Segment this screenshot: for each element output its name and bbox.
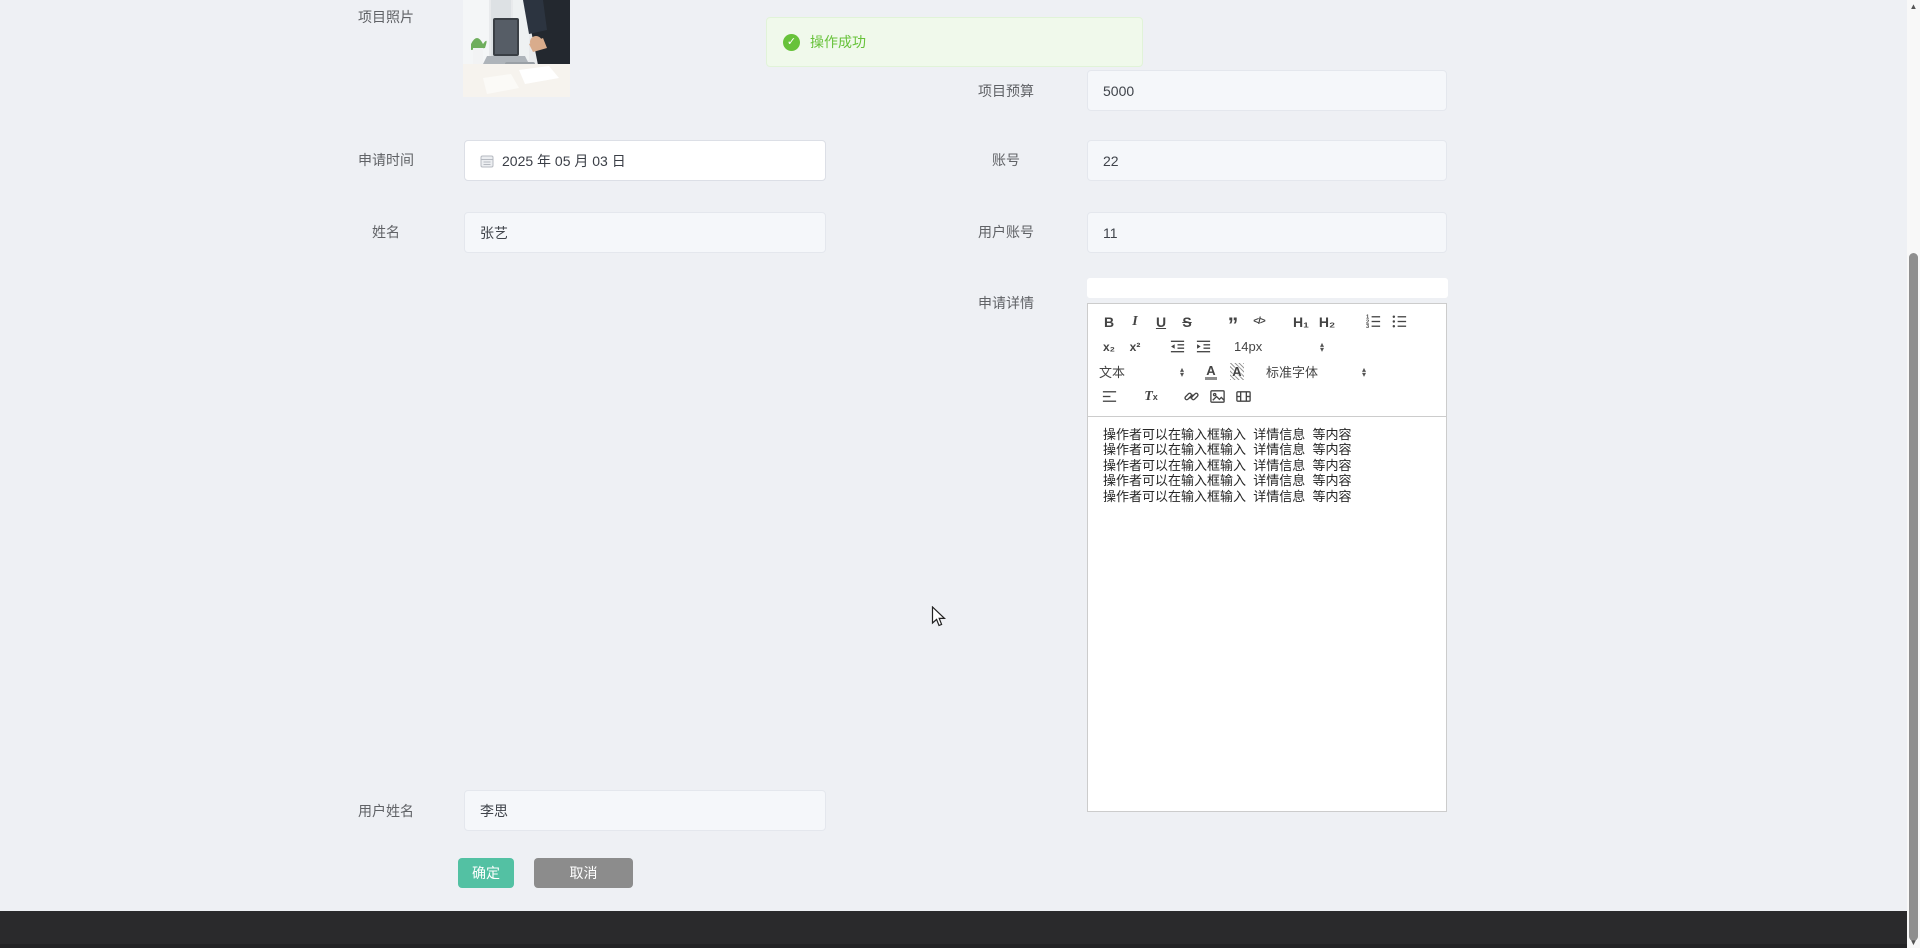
- scrollbar-thumb[interactable]: [1909, 253, 1918, 941]
- indent-icon: [1196, 340, 1210, 353]
- bullet-list-button[interactable]: [1386, 310, 1412, 333]
- code-block-button[interactable]: </>: [1246, 310, 1272, 333]
- name-field-box[interactable]: [464, 212, 826, 253]
- video-button[interactable]: [1230, 385, 1256, 408]
- apply-time-label: 申请时间: [358, 152, 414, 168]
- svg-text:3: 3: [1365, 324, 1368, 330]
- link-icon: [1183, 392, 1199, 401]
- user-account-field-box[interactable]: [1087, 212, 1447, 253]
- name-input[interactable]: [480, 224, 810, 241]
- text-color-button[interactable]: A: [1198, 360, 1224, 383]
- font-picker[interactable]: 标准字体 ▴ ▾: [1266, 360, 1366, 383]
- align-button[interactable]: [1096, 385, 1122, 408]
- budget-input[interactable]: [1103, 82, 1431, 99]
- indent-button[interactable]: [1190, 335, 1216, 358]
- text-color-icon: A: [1205, 362, 1217, 380]
- account-field-box[interactable]: [1087, 140, 1447, 181]
- outdent-button[interactable]: [1164, 335, 1190, 358]
- project-photo-image: [463, 0, 570, 97]
- apply-time-field-box[interactable]: [464, 140, 826, 181]
- bold-button[interactable]: B: [1096, 310, 1122, 333]
- user-account-input[interactable]: [1103, 224, 1431, 241]
- size-picker-label: 14px: [1234, 339, 1263, 354]
- check-circle-icon: ✓: [783, 33, 800, 51]
- ordered-list-button[interactable]: 1 2 3: [1360, 310, 1386, 333]
- mouse-cursor: [931, 606, 947, 627]
- page: { "toast": { "text": "操作成功", "icon": "ch…: [0, 0, 1920, 948]
- bullet-list-icon: [1392, 315, 1406, 328]
- clean-format-button[interactable]: Tx: [1138, 385, 1164, 408]
- rich-text-editor: B I U S ” </> H₁ H₂ 1 2 3 x₂ x² 14px ▴ ▾…: [1087, 303, 1447, 812]
- editor-line: 操作者可以在输入框输入 详情信息 等内容: [1103, 427, 1352, 442]
- editor-toolbar: B I U S ” </> H₁ H₂ 1 2 3 x₂ x² 14px ▴ ▾…: [1088, 304, 1446, 417]
- editor-line: 操作者可以在输入框输入 详情信息 等内容: [1103, 488, 1352, 504]
- background-color-button[interactable]: A: [1224, 360, 1250, 383]
- outdent-icon: [1170, 340, 1184, 353]
- image-button[interactable]: [1204, 385, 1230, 408]
- scrollbar-down-icon[interactable]: ▼: [1907, 938, 1920, 947]
- account-label: 账号: [992, 152, 1020, 168]
- confirm-button[interactable]: 确定: [458, 858, 514, 888]
- superscript-button[interactable]: x²: [1122, 335, 1148, 358]
- budget-field-box[interactable]: [1087, 70, 1447, 111]
- apply-time-input[interactable]: [502, 152, 810, 169]
- blockquote-button[interactable]: ”: [1220, 310, 1246, 336]
- underline-button[interactable]: U: [1148, 310, 1174, 333]
- subscript-button[interactable]: x₂: [1096, 335, 1122, 358]
- user-name-field-box[interactable]: [464, 790, 826, 831]
- clean-format-icon: T: [1144, 388, 1153, 404]
- picker-arrows-icon: ▴ ▾: [1361, 364, 1366, 379]
- header-1-button[interactable]: H₁: [1288, 310, 1314, 333]
- video-icon: [1235, 391, 1251, 402]
- background-color-icon: A: [1230, 363, 1244, 380]
- user-name-input[interactable]: [480, 802, 810, 819]
- strike-button[interactable]: S: [1174, 310, 1200, 333]
- user-account-label: 用户账号: [978, 224, 1034, 240]
- editor-line: 操作者可以在输入框输入 详情信息 等内容: [1103, 457, 1352, 473]
- footer-bar: [0, 911, 1907, 948]
- italic-button[interactable]: I: [1122, 310, 1148, 333]
- clean-format-sub: x: [1152, 391, 1158, 402]
- calendar-icon: [480, 155, 494, 167]
- header-picker-label: 文本: [1099, 365, 1126, 380]
- detail-label: 申请详情: [978, 295, 1034, 311]
- name-label: 姓名: [372, 224, 400, 240]
- scrollbar-up-icon[interactable]: ▲: [1907, 2, 1920, 11]
- detail-hidden-input[interactable]: [1087, 278, 1448, 298]
- link-button[interactable]: [1178, 385, 1204, 408]
- project-photo-preview[interactable]: [463, 0, 570, 97]
- editor-content[interactable]: 操作者可以在输入框输入 详情信息 等内容 操作者可以在输入框输入 详情信息 等内…: [1088, 417, 1446, 817]
- editor-line: 操作者可以在输入框输入 详情信息 等内容: [1103, 473, 1352, 489]
- user-name-label: 用户姓名: [358, 803, 414, 819]
- header-2-button[interactable]: H₂: [1314, 310, 1340, 333]
- header-picker[interactable]: 文本 ▴ ▾: [1096, 360, 1184, 383]
- budget-label: 项目预算: [978, 83, 1034, 99]
- size-picker[interactable]: 14px ▴ ▾: [1234, 335, 1324, 358]
- font-picker-label: 标准字体: [1266, 365, 1319, 380]
- success-toast: ✓ 操作成功: [766, 17, 1143, 67]
- project-photo-label: 项目照片: [358, 9, 414, 25]
- toast-message: 操作成功: [810, 34, 866, 50]
- picker-arrows-icon: ▴ ▾: [1179, 364, 1184, 379]
- picker-arrows-icon: ▴ ▾: [1319, 339, 1324, 354]
- account-input[interactable]: [1103, 152, 1431, 169]
- cancel-button[interactable]: 取消: [534, 858, 633, 888]
- editor-line: 操作者可以在输入框输入 详情信息 等内容: [1103, 442, 1352, 458]
- align-icon: [1102, 391, 1116, 402]
- ordered-list-icon: 1 2 3: [1365, 315, 1380, 330]
- image-icon: [1209, 390, 1225, 403]
